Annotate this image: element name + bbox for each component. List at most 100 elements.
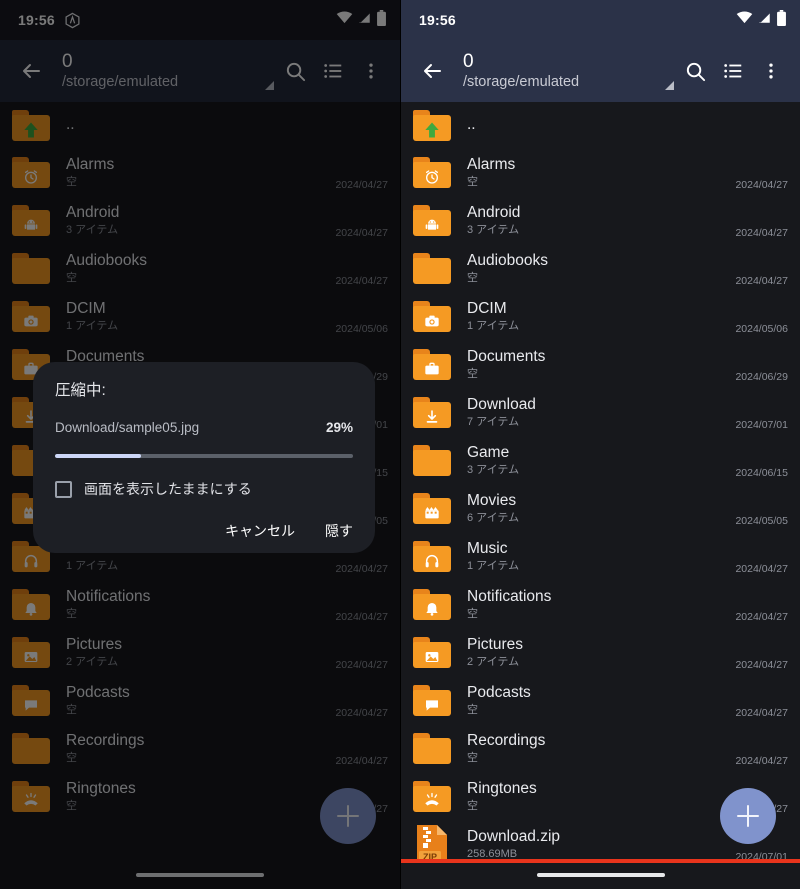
file-name: Audiobooks [467,251,549,269]
folder-image-icon [413,636,451,668]
file-date: 2024/04/27 [735,563,788,575]
file-list-item[interactable]: Notifications空2024/04/27 [401,580,800,628]
file-icon-cell [411,439,453,481]
file-name: Music [467,539,508,557]
dialog-percent: 29% [325,420,353,435]
resize-corner-icon [665,80,674,90]
zip-file-icon: ZIP [415,824,449,864]
file-name: Recordings [467,731,546,749]
file-list-item[interactable]: Music1 アイテム2024/04/27 [401,532,800,580]
keep-screen-on-label: 画面を表示したままにする [84,481,252,497]
file-date: 2024/07/01 [735,419,788,431]
folder-bell-icon [413,588,451,620]
file-icon-cell [411,343,453,385]
file-name: Podcasts [467,683,531,701]
file-list-item[interactable]: Alarms空2024/04/27 [401,148,800,196]
file-name: DCIM [467,299,507,317]
folder-ringtone-icon [413,780,451,812]
status-bar-clock-right: 19:56 [419,12,456,28]
file-list-right[interactable]: .. Alarms 空 2024/04/27 Android 3 アイテム 2024/04/… [401,102,800,889]
file-date: 2024/04/27 [735,275,788,287]
file-icon-cell [411,487,453,529]
file-date: 2024/06/15 [735,467,788,479]
file-icon-cell [411,727,453,769]
file-name: .. [467,116,476,133]
file-list-item[interactable]: Android3 アイテム2024/04/27 [401,196,800,244]
progress-bar [55,454,353,458]
file-date: 2024/04/27 [735,611,788,623]
system-nav-bar-right [401,861,800,889]
search-icon[interactable] [678,54,712,88]
file-date: 2024/04/27 [735,707,788,719]
battery-icon [776,9,787,31]
dialog-current-file: Download/sample05.jpg [55,420,200,435]
back-arrow-icon[interactable] [415,54,449,88]
file-list-item[interactable]: Movies6 アイテム2024/05/05 [401,484,800,532]
folder-plain-icon [413,444,451,476]
file-list-item[interactable]: Podcasts空2024/04/27 [401,676,800,724]
file-icon-cell [411,391,453,433]
status-bar-right: 19:56 [401,0,800,40]
folder-camera-icon [413,300,451,332]
file-list-item[interactable]: Pictures2 アイテム2024/04/27 [401,628,800,676]
folder-chat-icon [413,684,451,716]
file-date: 2024/04/27 [735,659,788,671]
file-icon-cell [411,295,453,337]
file-date: 2024/04/27 [735,755,788,767]
list-view-icon[interactable] [716,54,750,88]
file-list-item[interactable]: .. [401,102,800,148]
folder-music-icon [413,540,451,572]
recording-indicator-line [401,859,800,863]
file-date: 2024/04/27 [735,227,788,239]
file-date: 2024/06/29 [735,371,788,383]
path-title-block[interactable]: 0 /storage/emulated [463,51,678,92]
folder-download-icon [413,396,451,428]
file-name: Documents [467,347,546,365]
file-icon-cell [411,631,453,673]
wifi-icon [736,10,753,30]
home-pill[interactable] [536,873,665,877]
file-date: 2024/05/05 [735,515,788,527]
file-list-item[interactable]: Game3 アイテム2024/06/15 [401,436,800,484]
keep-screen-on-checkbox[interactable] [55,480,72,498]
folder-plain-icon [413,732,451,764]
file-icon-cell [411,151,453,193]
folder-alarm-icon [413,156,451,188]
file-meta: .. [467,113,788,137]
file-name: Download [467,395,536,413]
file-icon-cell [411,104,453,146]
add-button[interactable] [720,788,776,844]
file-name: Android [467,203,521,221]
folder-briefcase-icon [413,348,451,380]
file-list-item[interactable]: Audiobooks空2024/04/27 [401,244,800,292]
folder-movie-icon [413,492,451,524]
folder-android-icon [413,204,451,236]
dual-screenshot-comparison: 19:56 [0,0,800,889]
more-vertical-icon[interactable] [754,54,788,88]
dialog-title: 圧縮中: [55,382,106,399]
toolbar-right: 0 /storage/emulated [401,40,800,102]
hide-button[interactable]: 隠す [325,521,353,541]
dialog-actions: キャンセル 隠す [55,521,353,541]
file-date: 2024/05/06 [735,323,788,335]
file-name: Pictures [467,635,523,653]
file-date: 2024/04/27 [735,179,788,191]
file-list-item[interactable]: Recordings空2024/04/27 [401,724,800,772]
folder-plain-icon [413,252,451,284]
file-icon-cell [411,535,453,577]
compression-progress-dialog: 圧縮中: Download/sample05.jpg 29% 画面を表示したまま… [33,362,375,553]
keep-screen-on-checkbox-row[interactable]: 画面を表示したままにする [55,479,353,499]
status-bar-icons-right [736,9,787,31]
folder-up-icon [413,109,451,141]
file-name: Game [467,443,510,461]
cancel-button[interactable]: キャンセル [225,521,295,541]
phone-screen-left: 19:56 [0,0,400,889]
file-list-item[interactable]: Documents空2024/06/29 [401,340,800,388]
file-icon-cell [411,679,453,721]
file-icon-cell [411,775,453,817]
file-icon-cell [411,199,453,241]
file-list-item[interactable]: DCIM1 アイテム2024/05/06 [401,292,800,340]
dialog-progress-row: Download/sample05.jpg 29% [55,420,353,435]
phone-screen-right: 19:56 0 /storage/emulated .. Alarms 空 20… [400,0,800,889]
file-list-item[interactable]: Download7 アイテム2024/07/01 [401,388,800,436]
